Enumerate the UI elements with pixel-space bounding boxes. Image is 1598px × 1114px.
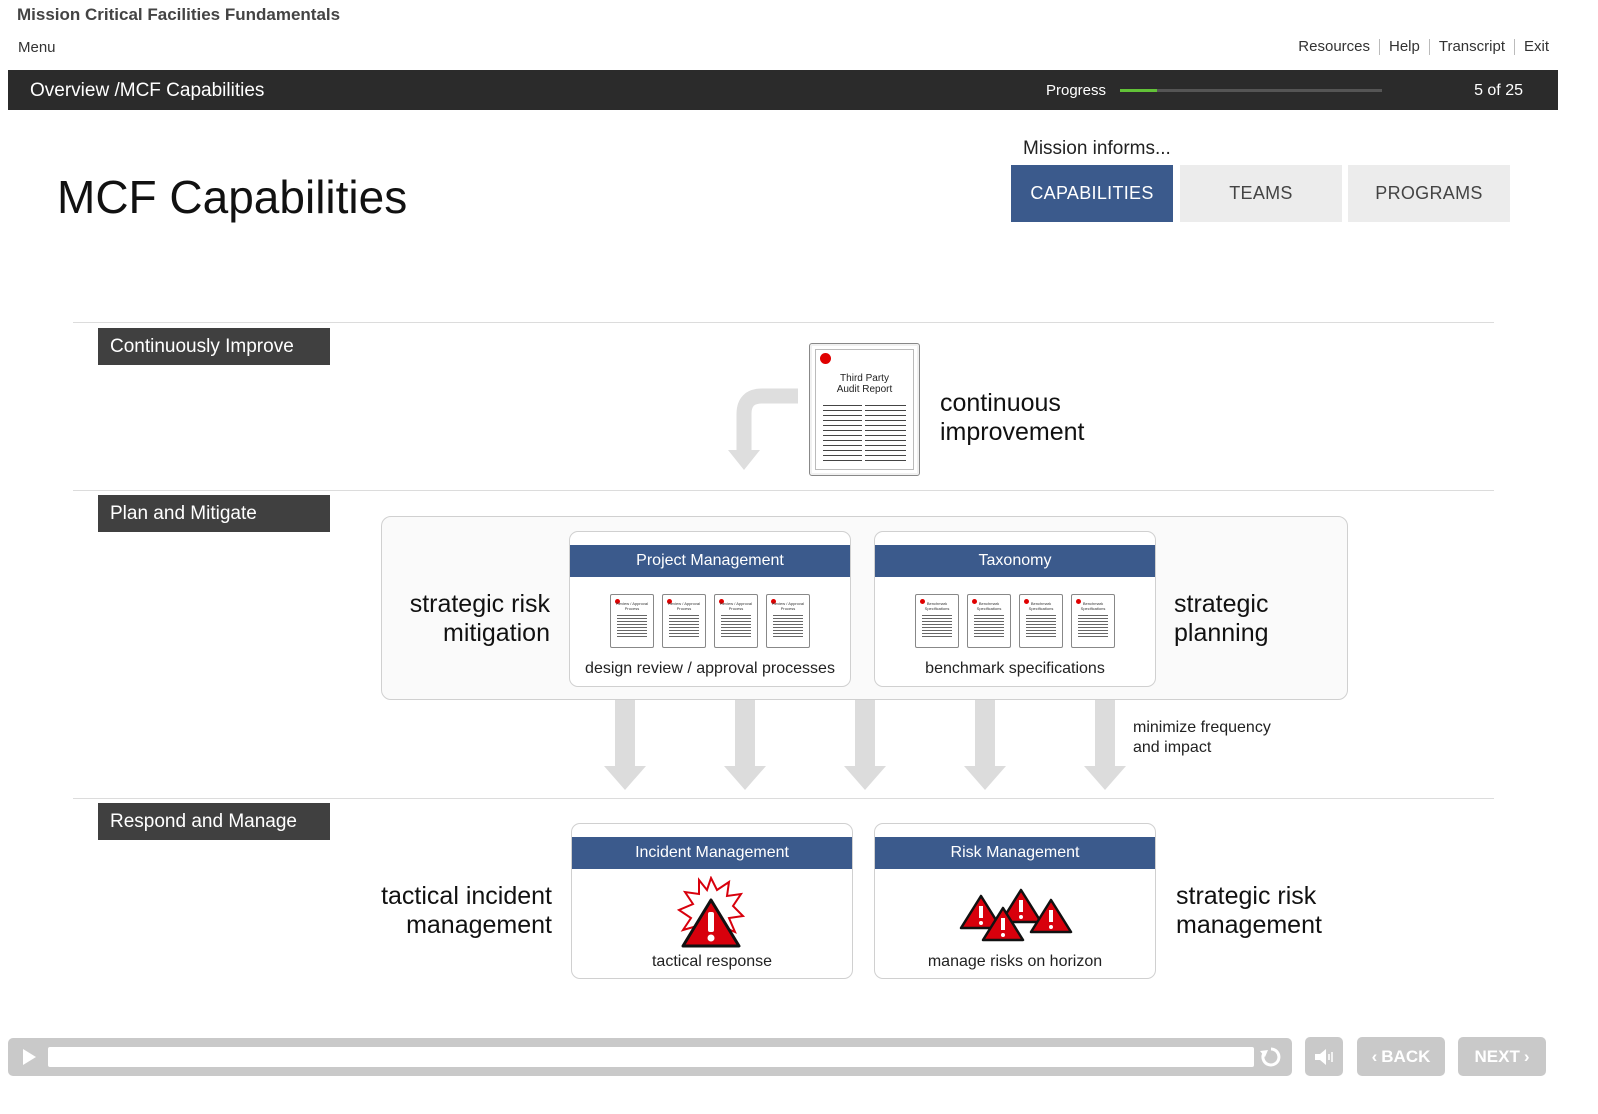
tactical-incident-management-text: tactical incident management: [381, 882, 552, 939]
strategic-planning-text: strategic planning: [1174, 590, 1269, 647]
benchmark-documents: Benchmark Specifications Benchmark Speci…: [875, 594, 1155, 648]
play-icon: [23, 1049, 36, 1065]
progress-label: Progress: [1046, 82, 1107, 99]
document-icon: Review / Approval Process: [714, 594, 758, 648]
back-button[interactable]: ‹ BACK: [1357, 1037, 1445, 1076]
risk-management-card[interactable]: Risk Management manage risks on horizon: [874, 823, 1156, 979]
audit-doc-line2: Audit Report: [836, 384, 893, 395]
divider: [73, 490, 1494, 491]
top-bar: Overview /MCF Capabilities Progress 5 of…: [8, 70, 1558, 110]
project-management-caption: design review / approval processes: [585, 660, 835, 677]
red-dot-icon: [820, 353, 831, 364]
incident-management-card[interactable]: Incident Management tactical response: [571, 823, 853, 979]
incident-management-title: Incident Management: [572, 837, 852, 869]
document-icon: Review / Approval Process: [766, 594, 810, 648]
document-icon: Benchmark Specifications: [1071, 594, 1115, 648]
document-icon: Benchmark Specifications: [915, 594, 959, 648]
divider: [73, 798, 1494, 799]
resources-link[interactable]: Resources: [1289, 39, 1379, 55]
document-icon: Benchmark Specifications: [967, 594, 1011, 648]
alert-burst-icon: [677, 876, 745, 948]
taxonomy-title: Taxonomy: [875, 545, 1155, 577]
risk-management-title: Risk Management: [875, 837, 1155, 869]
help-link[interactable]: Help: [1379, 39, 1429, 55]
multiple-alerts-icon: [959, 888, 1073, 942]
play-button[interactable]: [16, 1045, 42, 1069]
divider: [73, 322, 1494, 323]
page-count: 5 of 25: [1474, 82, 1523, 99]
document-label: Benchmark Specifications: [976, 601, 1002, 611]
exit-link[interactable]: Exit: [1513, 39, 1558, 55]
volume-icon: [1315, 1048, 1333, 1065]
document-label: Review / Approval Process: [667, 601, 700, 611]
tab-teams[interactable]: TEAMS: [1180, 165, 1342, 222]
strategic-risk-management-text: strategic risk management: [1176, 882, 1322, 939]
continuous-improvement-text: continuous improvement: [940, 389, 1085, 446]
top-links: Resources Help Transcript Exit: [1289, 39, 1558, 55]
mission-label: Mission informs...: [1023, 138, 1171, 159]
course-title: Mission Critical Facilities Fundamentals: [17, 5, 341, 24]
replay-icon[interactable]: [1259, 1045, 1283, 1069]
next-button[interactable]: NEXT ›: [1458, 1037, 1546, 1076]
volume-button[interactable]: [1305, 1037, 1343, 1076]
menu-link[interactable]: Menu: [18, 39, 56, 56]
document-icon: Review / Approval Process: [662, 594, 706, 648]
progress-bar: [1120, 89, 1382, 92]
taxonomy-card[interactable]: Taxonomy Benchmark Specifications Benchm…: [874, 531, 1156, 687]
section-label-respond-and-manage: Respond and Manage: [98, 803, 330, 840]
document-label: Review / Approval Process: [771, 601, 804, 611]
project-management-card[interactable]: Project Management Review / Approval Pro…: [569, 531, 851, 687]
section-label-continuously-improve: Continuously Improve: [98, 328, 330, 365]
strategic-risk-mitigation-text: strategic risk mitigation: [409, 590, 550, 647]
tab-programs[interactable]: PROGRAMS: [1348, 165, 1510, 222]
incident-management-caption: tactical response: [651, 953, 773, 970]
minimize-frequency-text: minimize frequency and impact: [1133, 719, 1271, 756]
document-label: Benchmark Specifications: [1080, 601, 1106, 611]
document-label: Review / Approval Process: [719, 601, 752, 611]
chevron-left-icon: ‹: [1371, 1046, 1378, 1066]
review-documents: Review / Approval Process Review / Appro…: [570, 594, 850, 648]
project-management-title: Project Management: [570, 545, 850, 577]
document-icon: Benchmark Specifications: [1019, 594, 1063, 648]
down-arrows: [604, 700, 1126, 790]
risk-management-caption: manage risks on horizon: [927, 953, 1103, 970]
section-label-plan-and-mitigate: Plan and Mitigate: [98, 495, 330, 532]
transcript-link[interactable]: Transcript: [1428, 39, 1514, 55]
taxonomy-caption: benchmark specifications: [925, 660, 1105, 677]
document-label: Benchmark Specifications: [924, 601, 950, 611]
progress-fill: [1120, 89, 1157, 92]
document-label: Benchmark Specifications: [1028, 601, 1054, 611]
timeline-scrubber[interactable]: [48, 1047, 1254, 1067]
chevron-right-icon: ›: [1523, 1046, 1530, 1066]
audit-report-document: Third Party Audit Report: [809, 343, 920, 476]
audit-doc-line1: Third Party: [840, 373, 889, 384]
breadcrumb: Overview /MCF Capabilities: [30, 80, 265, 101]
document-label: Review / Approval Process: [615, 601, 648, 611]
tab-capabilities[interactable]: CAPABILITIES: [1011, 165, 1173, 222]
curved-arrow-icon: [728, 388, 798, 470]
media-player-bar: [8, 1038, 1292, 1076]
document-icon: Review / Approval Process: [610, 594, 654, 648]
page-title: MCF Capabilities: [57, 171, 408, 223]
